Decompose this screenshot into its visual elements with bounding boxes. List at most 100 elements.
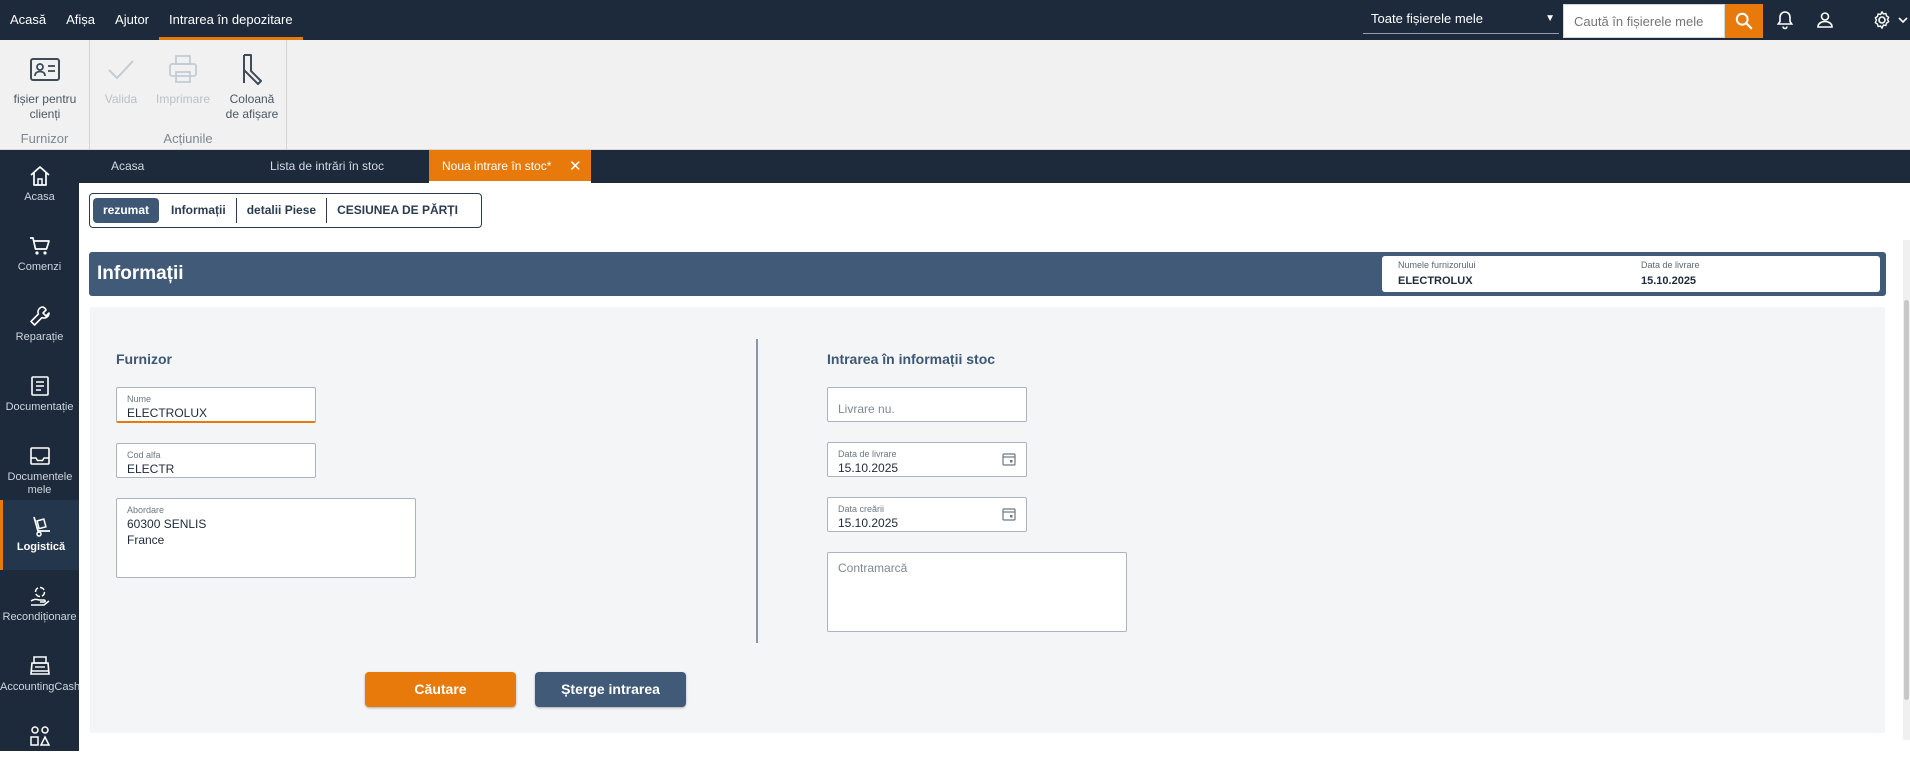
top-menu-bar: Acasă Afișa Ajutor Intrarea în depozitar… xyxy=(0,0,1910,40)
nav-repair-label: Reparație xyxy=(15,331,64,343)
menu-view[interactable]: Afișa xyxy=(56,0,105,40)
segment-parts-transfer[interactable]: CESIUNEA DE PĂRȚI xyxy=(327,198,468,223)
tab-stock-entries-list-label: Lista de intrări în stoc xyxy=(270,159,385,173)
entry-form-panel: Furnizor Nume ELECTROLUX Cod alfa ELECTR… xyxy=(90,307,1885,733)
information-header: Informații Numele furnizorului ELECTROLU… xyxy=(89,252,1886,296)
tab-home[interactable]: Acasa xyxy=(111,150,171,183)
alpha-code-field-value: ELECTR xyxy=(127,462,175,476)
ribbon-group-actions-label: Acțiunile xyxy=(163,131,213,146)
countermark-field[interactable]: Contramarcă xyxy=(827,552,1127,632)
alpha-code-field-label: Cod alfa xyxy=(127,450,161,460)
calendar-icon[interactable] xyxy=(1002,507,1016,521)
nav-my-documents[interactable]: Documentele mele xyxy=(0,430,79,505)
page-title: Informații xyxy=(97,263,184,284)
nav-accounting-cash[interactable]: AccountingCash xyxy=(0,640,81,710)
ribbon-group-actions: Valida Imprimare Coloană de afișare Acți… xyxy=(90,40,287,150)
nav-more[interactable] xyxy=(0,710,79,780)
address-field-value: 60300 SENLIS France xyxy=(127,517,207,547)
ribbon-group-supplier-label: Furnizor xyxy=(20,131,69,146)
address-field[interactable]: Abordare 60300 SENLIS France xyxy=(116,498,416,578)
creation-date-field-value: 15.10.2025 xyxy=(838,516,899,530)
delivery-date-field[interactable]: Data de livrare 15.10.2025 xyxy=(827,442,1027,477)
wrench-icon xyxy=(29,306,50,326)
supplier-section-title: Furnizor xyxy=(116,351,172,367)
ribbon-group-supplier: fișier pentru clienți Furnizor xyxy=(0,40,90,150)
nav-my-documents-label: Documentele mele xyxy=(7,471,73,496)
nav-logistics-label: Logistică xyxy=(16,541,66,553)
hand-truck-icon xyxy=(33,516,50,537)
chevron-down-icon xyxy=(1898,17,1908,24)
nav-reconditioning-label: Recondiționare xyxy=(2,611,77,623)
contact-card-icon xyxy=(30,58,60,81)
nav-documentation[interactable]: Documentație xyxy=(0,360,79,430)
supplier-name-field[interactable]: Nume ELECTROLUX xyxy=(116,387,316,423)
user-button[interactable] xyxy=(1813,8,1837,32)
supplier-name-label: Numele furnizorului xyxy=(1398,260,1476,270)
stock-info-section-title: Intrarea în informații stoc xyxy=(827,351,996,367)
search-input[interactable] xyxy=(1564,5,1724,37)
tab-home-label: Acasa xyxy=(111,159,145,173)
shapes-icon xyxy=(29,726,50,746)
left-navigation: Acasa Comenzi Reparație Documentație Doc… xyxy=(0,150,81,751)
more-button[interactable] xyxy=(1896,8,1910,32)
print-label: Imprimare xyxy=(155,92,210,106)
inbox-icon xyxy=(29,447,50,465)
search-button[interactable] xyxy=(1725,4,1763,38)
creation-date-field-label: Data creării xyxy=(838,504,885,514)
delivery-date-value: 15.10.2025 xyxy=(1641,275,1697,287)
menu-stock-entry[interactable]: Intrarea în depozitare xyxy=(159,0,303,40)
nav-accounting-cash-label: AccountingCash xyxy=(0,681,81,693)
gear-icon xyxy=(1874,11,1890,29)
close-icon[interactable]: ✕ xyxy=(569,150,582,183)
nav-logistics[interactable]: Logistică xyxy=(0,500,79,570)
section-switcher: rezumat Informații detalii Piese CESIUNE… xyxy=(89,193,482,228)
calendar-icon[interactable] xyxy=(1002,452,1016,466)
nav-home-label: Acasa xyxy=(24,191,55,203)
delivery-date-field-label: Data de livrare xyxy=(838,449,897,459)
scrollbar-thumb[interactable] xyxy=(1904,300,1909,700)
supplier-name-field-label: Nume xyxy=(127,394,152,404)
segment-part-details[interactable]: detalii Piese xyxy=(237,198,328,223)
menu-help[interactable]: Ajutor xyxy=(105,0,159,40)
files-filter-select[interactable]: Toate fișierele mele ▼ xyxy=(1363,5,1559,34)
display-column-label: Coloană de afișare xyxy=(225,92,279,121)
menu-home[interactable]: Acasă xyxy=(0,0,56,40)
nav-orders[interactable]: Comenzi xyxy=(0,220,79,290)
tab-new-stock-entry[interactable]: Noua intrare în stoc* ✕ xyxy=(429,150,591,183)
nav-documentation-label: Documentație xyxy=(5,401,74,413)
column-icon xyxy=(243,54,262,85)
delivery-number-placeholder: Livrare nu. xyxy=(838,402,895,416)
creation-date-field[interactable]: Data creării 15.10.2025 xyxy=(827,497,1027,532)
alpha-code-field[interactable]: Cod alfa ELECTR xyxy=(116,443,316,478)
segment-summary[interactable]: rezumat xyxy=(93,198,160,223)
countermark-placeholder: Contramarcă xyxy=(838,561,908,575)
nav-repair[interactable]: Reparație xyxy=(0,290,79,360)
tab-new-stock-entry-label: Noua intrare în stoc* xyxy=(442,159,552,173)
recycle-hand-icon xyxy=(30,586,49,606)
supplier-name-field-value: ELECTROLUX xyxy=(127,406,208,420)
delivery-date-label: Data de livrare xyxy=(1641,260,1700,270)
printer-icon xyxy=(169,55,197,83)
search-box xyxy=(1563,4,1725,38)
user-icon xyxy=(1817,12,1833,28)
print-button[interactable]: Imprimare xyxy=(150,52,216,107)
ribbon-toolbar: fișier pentru clienți Furnizor Valida Im… xyxy=(0,40,1910,150)
cash-register-icon xyxy=(29,656,50,675)
notifications-button[interactable] xyxy=(1773,8,1797,32)
settings-button[interactable] xyxy=(1870,8,1894,32)
validate-label: Valida xyxy=(104,92,138,106)
nav-reconditioning[interactable]: Recondiționare xyxy=(0,570,79,640)
delete-entry-button[interactable]: Șterge intrarea xyxy=(535,672,686,707)
search-entry-button[interactable]: Căutare xyxy=(365,672,516,707)
address-field-label: Abordare xyxy=(127,505,165,515)
bell-icon xyxy=(1776,11,1794,30)
delivery-number-field[interactable]: Livrare nu. xyxy=(827,387,1027,422)
summary-card: Numele furnizorului ELECTROLUX Data de l… xyxy=(1382,256,1880,292)
files-filter-value: Toate fișierele mele xyxy=(1371,11,1483,26)
nav-home[interactable]: Acasa xyxy=(0,150,79,220)
content-scrollbar[interactable] xyxy=(1903,240,1910,740)
segment-information[interactable]: Informații xyxy=(161,198,237,223)
customer-file-button[interactable]: fișier pentru clienți xyxy=(4,52,86,122)
validate-button[interactable]: Valida xyxy=(96,52,146,107)
display-column-button[interactable]: Coloană de afișare xyxy=(222,52,282,122)
